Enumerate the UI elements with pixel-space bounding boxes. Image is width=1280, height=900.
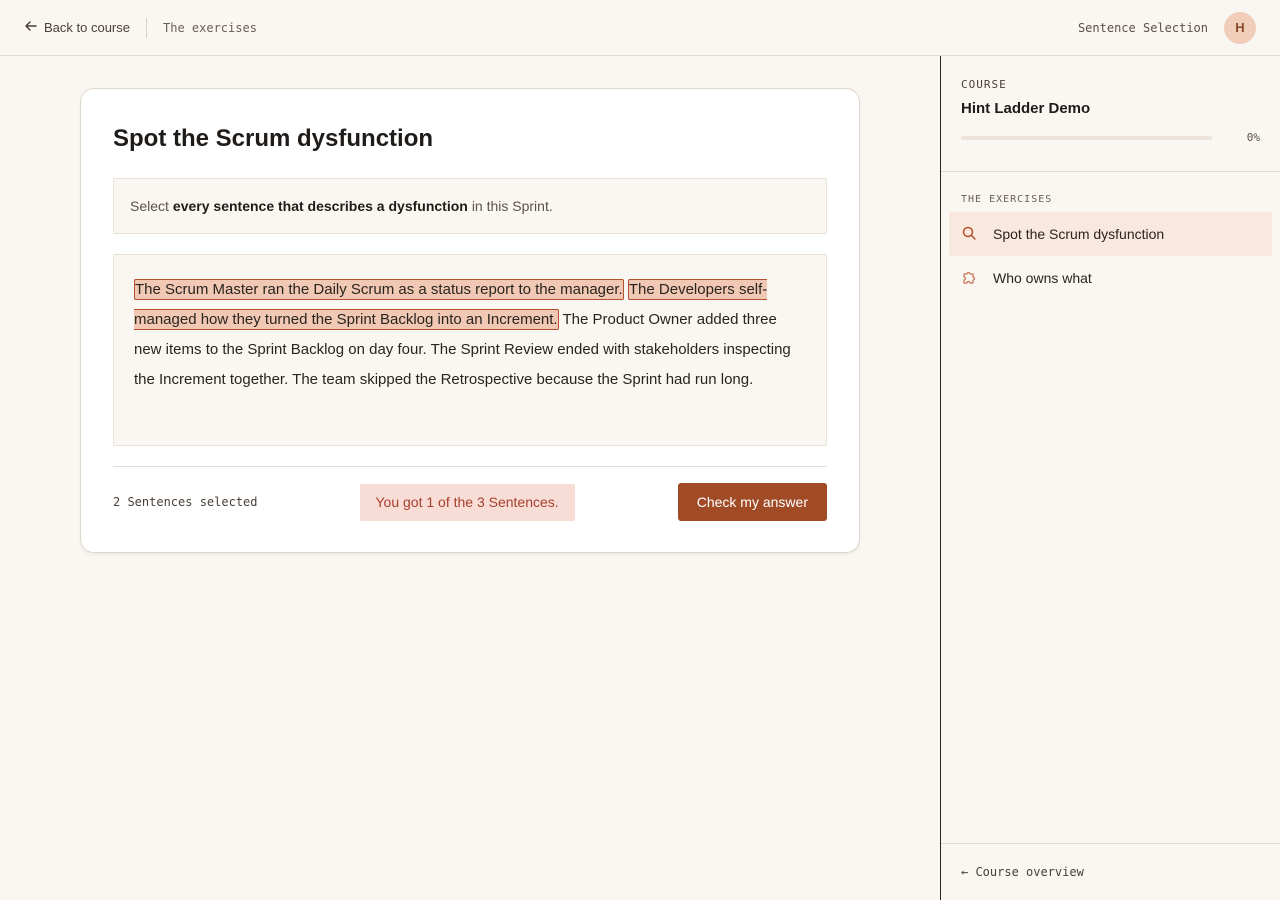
course-title: Hint Ladder Demo [961,100,1091,117]
breadcrumb[interactable]: The exercises [163,21,257,35]
exercise-item-who-owns-what[interactable]: Who owns what [949,256,1272,300]
arrow-left-icon [24,19,38,36]
check-answer-button[interactable]: Check my answer [677,483,827,521]
avatar[interactable]: H [1224,11,1256,44]
sentence[interactable]: The team skipped the Retrospective becau… [292,371,753,388]
instruction-suffix: in this Sprint. [471,198,553,214]
sentence[interactable]: The Scrum Master ran the Daily Scrum as … [134,279,624,300]
instructions-box: Select every sentence that describes a d… [113,178,827,234]
course-overview-link[interactable]: ← Course overview [941,843,1280,900]
exercise-item-label: Who owns what [993,270,1092,286]
selected-count: 2 Sentences selected [113,495,258,509]
puzzle-icon [961,269,977,288]
back-to-course-link[interactable]: Back to course [24,19,130,36]
answer-footer: 2 Sentences selected You got 1 of the 3 … [113,466,827,521]
search-icon [961,225,977,244]
instruction-prefix: Select [130,198,169,214]
progress-bar [961,135,1212,140]
sentence-passage: The Scrum Master ran the Daily Scrum as … [113,254,827,446]
course-sidebar: COURSE Hint Ladder Demo 0% THE EXERCISES… [940,56,1280,900]
top-bar: Back to course The exercises Sentence Se… [0,0,1280,56]
course-info: COURSE Hint Ladder Demo 0% [941,56,1280,172]
exercises-heading: THE EXERCISES [961,194,1053,205]
divider [146,17,147,38]
feedback-message: You got 1 of the 3 Sentences. [359,483,575,521]
exercise-card: Spot the Scrum dysfunction Select every … [80,88,860,553]
exercise-list: Spot the Scrum dysfunction Who owns what [941,212,1280,300]
progress-percent: 0% [1246,131,1260,144]
exercise-title: Spot the Scrum dysfunction [113,125,434,152]
mode-label: Sentence Selection [1077,20,1208,35]
back-label: Back to course [44,20,130,35]
course-label: COURSE [961,78,1007,91]
exercise-item-spot-dysfunction[interactable]: Spot the Scrum dysfunction [949,212,1272,256]
exercise-item-label: Spot the Scrum dysfunction [993,226,1165,242]
instruction-emphasis: every sentence that describes a dysfunct… [172,198,468,214]
